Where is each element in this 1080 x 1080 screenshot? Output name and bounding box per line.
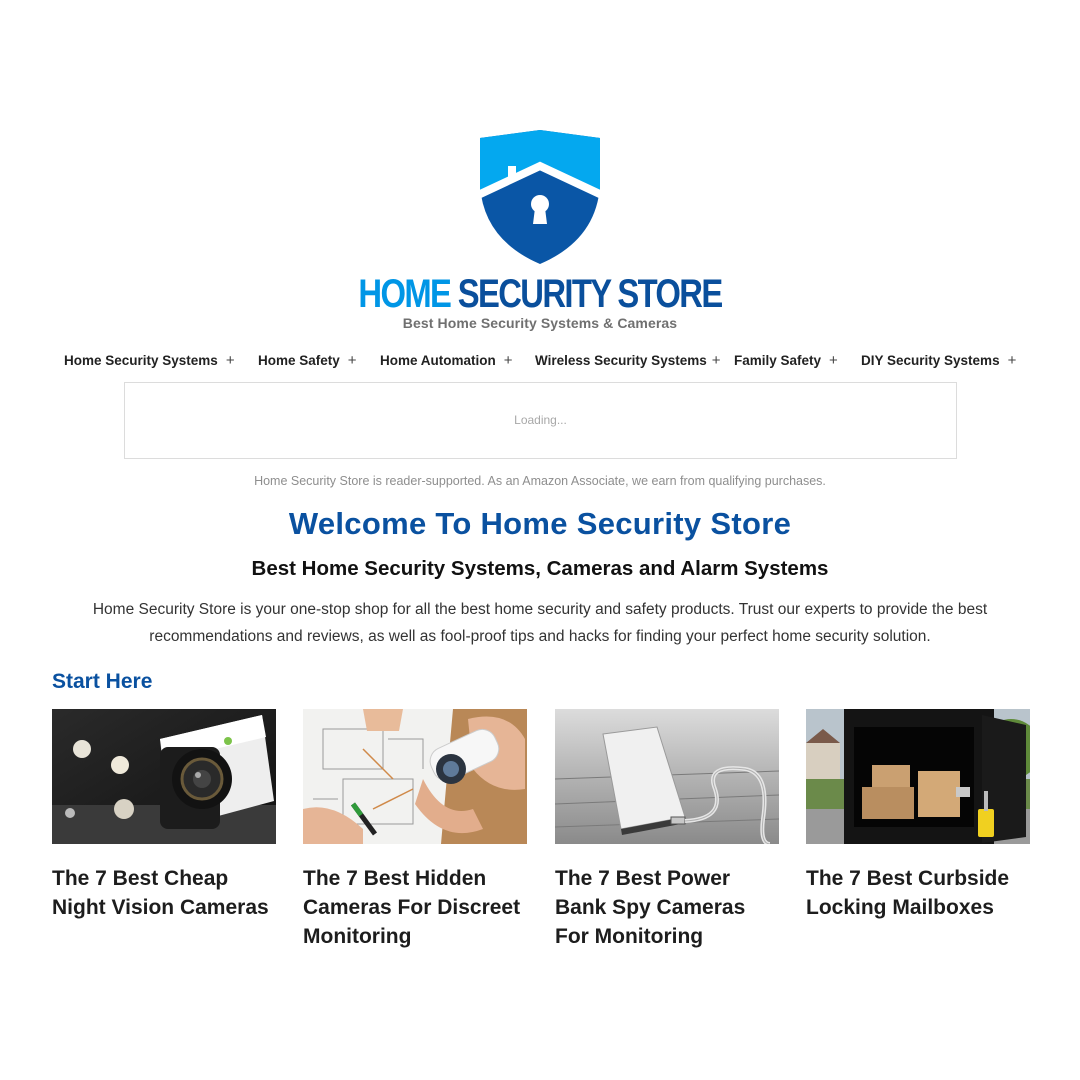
article-card[interactable]: The 7 Best Hidden Cameras For Discreet M… [303,709,527,951]
main-nav: Home Security Systems + Home Safety + Home… [0,351,1080,371]
intro-paragraph: Home Security Store is your one-stop sho… [92,601,988,645]
nav-item-family-safety[interactable]: Family Safety + [734,351,838,371]
expand-plus-icon[interactable]: + [226,352,235,369]
article-card[interactable]: The 7 Best Power Bank Spy Cameras For Mo… [555,709,779,951]
nav-item-home-security-systems[interactable]: Home Security Systems + [64,351,235,371]
nav-item-diy-security-systems[interactable]: DIY Security Systems + [861,351,1016,371]
page-title: Welcome To Home Security Store [288,506,792,541]
article-title[interactable]: The 7 Best Power Bank Spy Cameras For Mo… [555,864,779,951]
nav-item-label: Wireless Security Systems [535,353,707,368]
page-subtitle: Best Home Security Systems, Cameras and … [251,557,829,580]
start-here-heading: Start Here [52,670,153,693]
article-title[interactable]: The 7 Best Hidden Cameras For Discreet M… [303,864,527,951]
brand-name: HOME SECURITY STORE [97,274,983,314]
nav-item-label: Family Safety [734,353,822,368]
article-card[interactable]: The 7 Best Curbside Locking Mailboxes [806,709,1030,922]
nav-item-wireless-security-systems[interactable]: Wireless Security Systems + [535,351,721,371]
article-card[interactable]: The 7 Best Cheap Night Vision Cameras [52,709,276,922]
nav-item-label: Home Security Systems [64,353,218,368]
site-logo[interactable]: HOME SECURITY STORE Best Home Security S… [0,128,1080,331]
article-title[interactable]: The 7 Best Curbside Locking Mailboxes [806,864,1030,922]
shield-logo-icon [478,130,602,264]
expand-plus-icon[interactable]: + [1008,352,1017,369]
hidden-camera-image[interactable] [303,709,527,844]
power-bank-image[interactable] [555,709,779,844]
article-title[interactable]: The 7 Best Cheap Night Vision Cameras [52,864,276,922]
brand-tagline: Best Home Security Systems & Cameras [402,315,678,331]
nav-item-home-automation[interactable]: Home Automation + [380,351,513,371]
nav-item-label: DIY Security Systems [861,353,1000,368]
brand-name-part1: HOME [358,272,451,316]
nav-item-home-safety[interactable]: Home Safety + [258,351,357,371]
affiliate-disclaimer: Home Security Store is reader-supported.… [254,474,826,488]
loading-text: Loading... [514,413,567,427]
nav-item-label: Home Automation [380,353,496,368]
nav-item-label: Home Safety [258,353,340,368]
search-widget[interactable]: Loading... [124,382,957,459]
expand-plus-icon[interactable]: + [712,352,721,369]
expand-plus-icon[interactable]: + [348,352,357,369]
night-vision-camera-image[interactable] [52,709,276,844]
brand-name-part2: SECURITY STORE [457,272,723,316]
expand-plus-icon[interactable]: + [504,352,513,369]
locking-mailbox-image[interactable] [806,709,1030,844]
expand-plus-icon[interactable]: + [829,352,838,369]
